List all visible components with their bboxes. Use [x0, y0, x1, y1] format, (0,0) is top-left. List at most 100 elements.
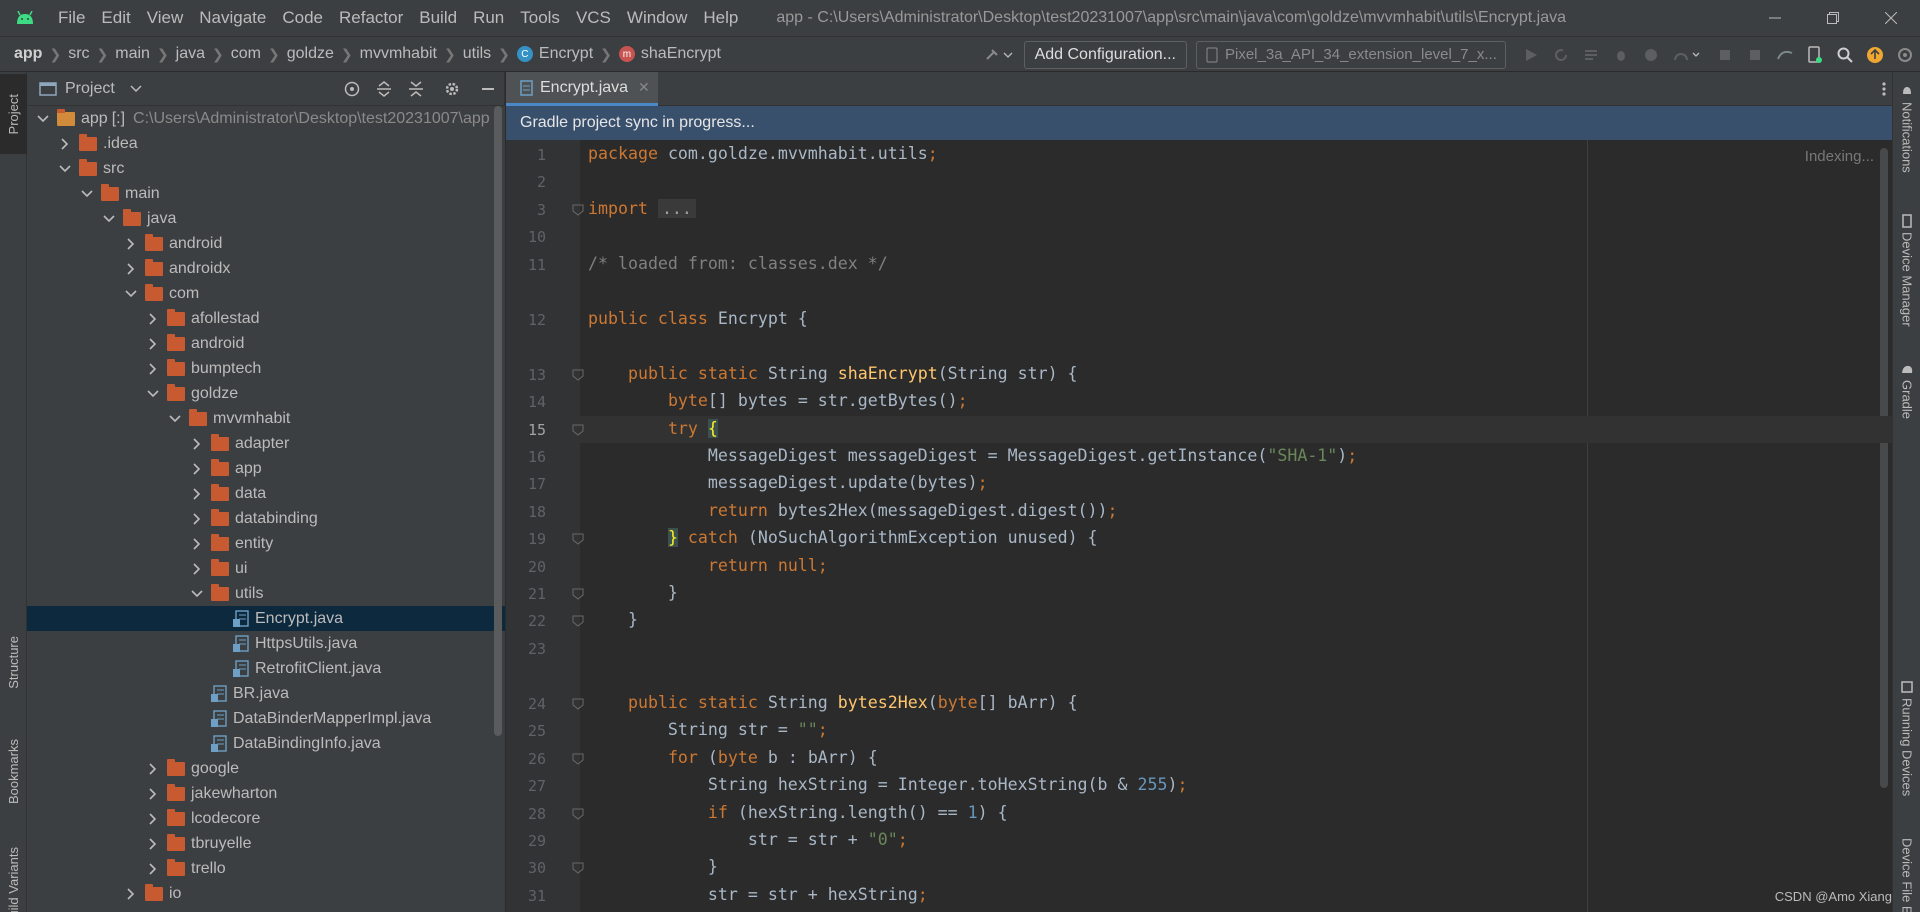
- menu-tools[interactable]: Tools: [512, 0, 568, 36]
- menu-run[interactable]: Run: [465, 0, 512, 36]
- expand-all-icon[interactable]: [368, 72, 400, 106]
- chevron-down-icon[interactable]: [189, 586, 205, 602]
- menu-build[interactable]: Build: [411, 0, 465, 36]
- add-configuration-button[interactable]: Add Configuration...: [1023, 41, 1187, 69]
- debug-icon[interactable]: [1606, 41, 1636, 69]
- tree-folder-item[interactable]: entity: [27, 531, 505, 556]
- minimize-button[interactable]: [1746, 0, 1804, 36]
- chevron-right-icon[interactable]: [145, 836, 161, 852]
- hammer-dropdown-icon[interactable]: [974, 41, 1024, 69]
- chevron-right-icon[interactable]: [145, 861, 161, 877]
- hide-panel-icon[interactable]: [472, 72, 504, 106]
- more-options-icon[interactable]: [1882, 72, 1886, 106]
- tree-file-item[interactable]: DataBinderMapperImpl.java: [27, 706, 505, 731]
- fold-marker-icon[interactable]: [572, 204, 584, 216]
- close-window-button[interactable]: [1862, 0, 1920, 36]
- menu-window[interactable]: Window: [619, 0, 695, 36]
- breadcrumb-item-method[interactable]: shaEncrypt: [641, 45, 721, 63]
- tree-folder-item[interactable]: jakewharton: [27, 781, 505, 806]
- tree-folder-item[interactable]: afollestad: [27, 306, 505, 331]
- gear-icon[interactable]: [432, 72, 472, 106]
- chevron-down-icon[interactable]: [35, 111, 51, 127]
- fold-marker-icon[interactable]: [572, 753, 584, 765]
- chevron-right-icon[interactable]: [145, 761, 161, 777]
- chevron-right-icon[interactable]: [189, 461, 205, 477]
- tab-build-variants[interactable]: Build Variants: [0, 832, 27, 912]
- tree-file-item[interactable]: Encrypt.java: [27, 606, 505, 631]
- menu-vcs[interactable]: VCS: [568, 0, 619, 36]
- attach-debugger-icon[interactable]: [1666, 41, 1710, 69]
- fold-marker-icon[interactable]: [572, 615, 584, 627]
- tree-folder-item[interactable]: trello: [27, 856, 505, 881]
- chevron-right-icon[interactable]: [189, 486, 205, 502]
- tree-folder-item[interactable]: lcodecore: [27, 806, 505, 831]
- chevron-right-icon[interactable]: [189, 436, 205, 452]
- tree-folder-item[interactable]: java: [27, 206, 505, 231]
- sync-gradle-icon[interactable]: [1770, 41, 1800, 69]
- chevron-down-icon[interactable]: [145, 386, 161, 402]
- chevron-right-icon[interactable]: [189, 561, 205, 577]
- close-tab-icon[interactable]: ✕: [638, 79, 650, 96]
- breadcrumb-item-utils[interactable]: utils: [463, 45, 491, 63]
- update-icon[interactable]: [1860, 41, 1890, 69]
- tree-folder-item[interactable]: google: [27, 756, 505, 781]
- breadcrumb-item-app[interactable]: app: [14, 45, 42, 63]
- device-selector[interactable]: Pixel_3a_API_34_extension_level_7_x...: [1196, 41, 1506, 69]
- menu-file[interactable]: File: [50, 0, 93, 36]
- tree-folder-item[interactable]: utils: [27, 581, 505, 606]
- android-studio-icon[interactable]: [0, 0, 50, 36]
- tab-gradle[interactable]: Gradle: [1893, 362, 1920, 419]
- tab-encrypt-java[interactable]: Encrypt.java ✕: [506, 72, 658, 106]
- project-tree-scrollbar[interactable]: [494, 106, 502, 736]
- tab-device-manager[interactable]: Device Manager: [1893, 214, 1920, 327]
- tree-folder-item[interactable]: adapter: [27, 431, 505, 456]
- run-icon[interactable]: [1516, 41, 1546, 69]
- chevron-right-icon[interactable]: [145, 786, 161, 802]
- tree-folder-item[interactable]: io: [27, 881, 505, 906]
- chevron-right-icon[interactable]: [189, 511, 205, 527]
- profile-icon[interactable]: [1636, 41, 1666, 69]
- tree-file-item[interactable]: RetrofitClient.java: [27, 656, 505, 681]
- tree-folder-item[interactable]: src: [27, 156, 505, 181]
- fold-marker-icon[interactable]: [572, 369, 584, 381]
- fold-marker-icon[interactable]: [572, 698, 584, 710]
- chevron-right-icon[interactable]: [57, 136, 73, 152]
- tree-folder-item[interactable]: main: [27, 181, 505, 206]
- tab-project[interactable]: Project: [0, 74, 27, 154]
- rerun-icon[interactable]: [1546, 41, 1576, 69]
- chevron-right-icon[interactable]: [145, 336, 161, 352]
- menu-edit[interactable]: Edit: [93, 0, 138, 36]
- restore-button[interactable]: [1804, 0, 1862, 36]
- device-manager-icon[interactable]: [1800, 41, 1830, 69]
- apply-changes-icon[interactable]: [1576, 41, 1606, 69]
- chevron-right-icon[interactable]: [123, 236, 139, 252]
- tree-folder-item[interactable]: databinding: [27, 506, 505, 531]
- chevron-right-icon[interactable]: [145, 311, 161, 327]
- breadcrumb-item-goldze[interactable]: goldze: [287, 45, 334, 63]
- fold-marker-icon[interactable]: [572, 808, 584, 820]
- attach-process-icon[interactable]: [1710, 41, 1740, 69]
- search-icon[interactable]: [1830, 41, 1860, 69]
- chevron-right-icon[interactable]: [123, 886, 139, 902]
- tree-folder-item[interactable]: goldze: [27, 381, 505, 406]
- fold-marker-icon[interactable]: [572, 588, 584, 600]
- tree-folder-item[interactable]: .idea: [27, 131, 505, 156]
- breadcrumb-item-main[interactable]: main: [115, 45, 150, 63]
- chevron-down-icon[interactable]: [57, 161, 73, 177]
- menu-refactor[interactable]: Refactor: [331, 0, 411, 36]
- tree-folder-item[interactable]: mvvmhabit: [27, 406, 505, 431]
- chevron-down-icon[interactable]: [101, 211, 117, 227]
- menu-view[interactable]: View: [139, 0, 192, 36]
- chevron-down-icon[interactable]: [167, 411, 183, 427]
- menu-help[interactable]: Help: [695, 0, 746, 36]
- select-opened-file-icon[interactable]: [336, 72, 368, 106]
- tree-folder-item[interactable]: app: [27, 456, 505, 481]
- breadcrumb-item-src[interactable]: src: [68, 45, 89, 63]
- chevron-down-icon[interactable]: [79, 186, 95, 202]
- settings-icon[interactable]: [1890, 41, 1920, 69]
- tab-bookmarks[interactable]: Bookmarks: [0, 722, 27, 822]
- tree-file-item[interactable]: DataBindingInfo.java: [27, 731, 505, 756]
- tree-folder-item[interactable]: android: [27, 231, 505, 256]
- chevron-down-icon[interactable]: [129, 84, 143, 94]
- fold-marker-icon[interactable]: [572, 424, 584, 436]
